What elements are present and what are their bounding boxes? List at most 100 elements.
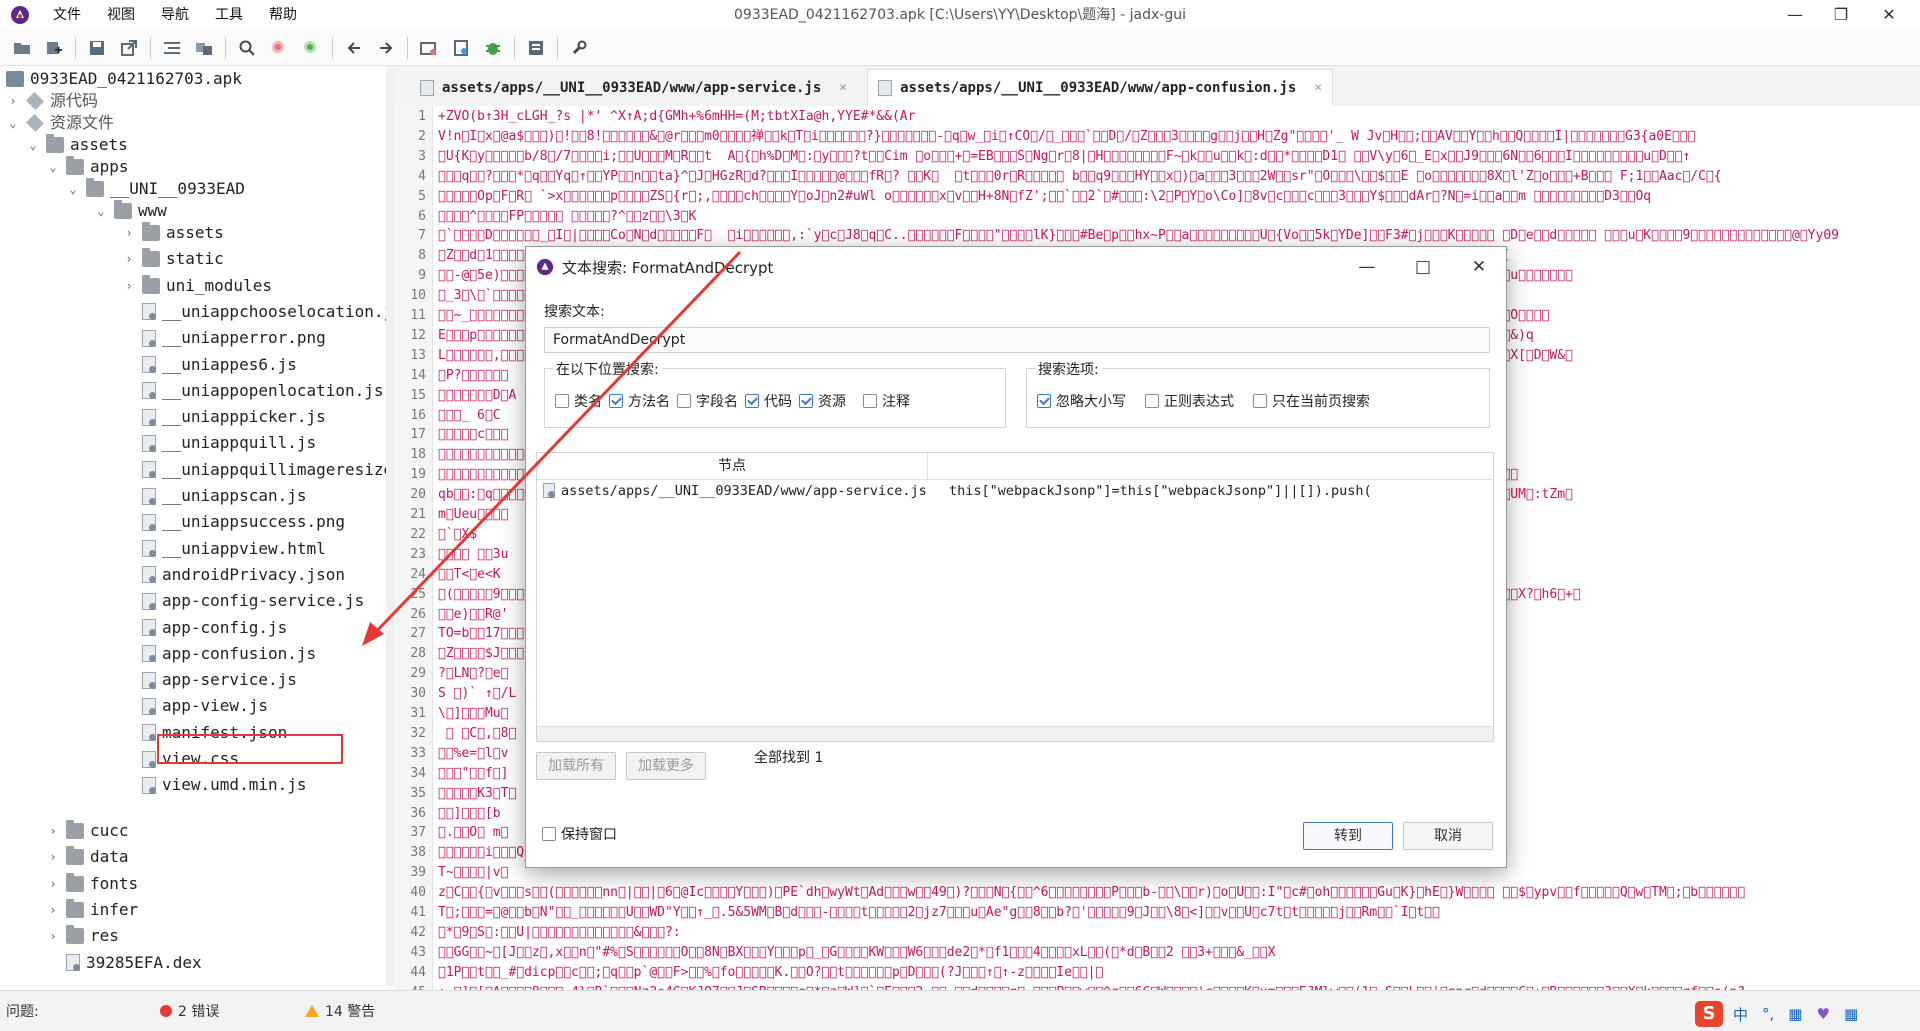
chevron-down-icon[interactable]: ⌄: [6, 110, 20, 136]
load-more-button[interactable]: 加载更多: [626, 752, 706, 780]
keep-window-checkbox[interactable]: 保持窗口: [542, 824, 617, 844]
result-row[interactable]: assets/apps/__UNI__0933EAD/www/app-servi…: [537, 479, 1493, 503]
skin-icon[interactable]: ♥: [1816, 1005, 1829, 1023]
keyboard-icon[interactable]: ▦: [1788, 1005, 1802, 1023]
preferences-wrench-icon[interactable]: [566, 35, 592, 61]
dialog-maximize-button[interactable]: □: [1400, 247, 1446, 287]
chevron-right-icon[interactable]: ›: [46, 871, 60, 897]
code-line[interactable]: z C  { v   s  (      nn |  | 6 @Ic    Y …: [438, 884, 1908, 902]
tree-file[interactable]: __uniapperror.png: [142, 325, 326, 351]
tree-file[interactable]: __uniapppicker.js: [142, 404, 326, 430]
chevron-down-icon[interactable]: ⌄: [46, 154, 60, 180]
chevron-right-icon[interactable]: ›: [46, 818, 60, 844]
dialog-title-bar[interactable]: 文本搜索: FormatAndDecrypt — □ ✕: [526, 247, 1506, 287]
forward-arrow-icon[interactable]: [373, 35, 399, 61]
tree-file[interactable]: __uniappes6.js: [142, 352, 297, 378]
menu-help[interactable]: 帮助: [256, 0, 310, 30]
tree-file[interactable]: __uniappsuccess.png: [142, 509, 345, 535]
dialog-close-button[interactable]: ✕: [1456, 247, 1502, 287]
sogou-logo-icon[interactable]: S: [1695, 1001, 1723, 1027]
tree-file[interactable]: __uniappopenlocation.js: [142, 378, 384, 404]
code-line[interactable]: T ;   = @  b N"  _      U  WD"Y  ↑_ .5&5…: [438, 904, 1908, 922]
debug-bug-icon[interactable]: [480, 35, 506, 61]
tab-app-service[interactable]: assets/apps/__UNI__0933EAD/www/app-servi…: [410, 70, 857, 106]
deobfuscation-icon[interactable]: [448, 35, 474, 61]
tree-file[interactable]: app-view.js: [142, 693, 268, 719]
tree-file[interactable]: 39285EFA.dex: [66, 950, 202, 976]
search-icon[interactable]: [234, 35, 260, 61]
tree-file[interactable]: __uniappquillimageresize.js: [142, 457, 387, 483]
tree-folder[interactable]: › res: [46, 923, 119, 949]
minimize-button[interactable]: —: [1772, 0, 1818, 30]
column-node-header[interactable]: 节点: [537, 453, 928, 479]
back-arrow-icon[interactable]: [341, 35, 367, 61]
tree-file[interactable]: androidPrivacy.json: [142, 562, 345, 588]
checkbox-option[interactable]: 方法名: [609, 391, 670, 411]
chevron-right-icon[interactable]: ›: [122, 246, 136, 272]
log-viewer-icon[interactable]: [523, 35, 549, 61]
maximize-button[interactable]: ❐: [1818, 0, 1864, 30]
menu-navigation[interactable]: 导航: [148, 0, 202, 30]
checkbox-option[interactable]: 忽略大小写: [1037, 391, 1126, 411]
errors-indicator[interactable]: 2 错误: [160, 1001, 219, 1021]
tree-file[interactable]: __uniappquill.js: [142, 430, 316, 456]
tree-file[interactable]: __uniappview.html: [142, 536, 326, 562]
tree-folder[interactable]: › uni_modules: [122, 273, 272, 299]
tree-folder[interactable]: › assets: [122, 220, 224, 246]
chevron-right-icon[interactable]: ›: [46, 897, 60, 923]
checkbox-option[interactable]: 只在当前页搜索: [1253, 391, 1370, 411]
tree-file[interactable]: app-config-service.js: [142, 588, 364, 614]
tree-file[interactable]: __uniappscan.js: [142, 483, 307, 509]
tree-folder[interactable]: › cucc: [46, 818, 129, 844]
tree-file[interactable]: view.umd.min.js: [142, 772, 307, 798]
save-icon[interactable]: [84, 35, 110, 61]
tree-folder[interactable]: › fonts: [46, 871, 138, 897]
menu-tools[interactable]: 工具: [202, 0, 256, 30]
chevron-right-icon[interactable]: ›: [46, 844, 60, 870]
code-line[interactable]:  * 9 S :  U|             &   ?:: [438, 924, 1908, 942]
sync-tree-icon[interactable]: [159, 35, 185, 61]
checkbox-option[interactable]: 注释: [863, 391, 910, 411]
export-icon[interactable]: [116, 35, 142, 61]
code-line[interactable]: V!n I x @a$   ) !  8!      & @r   m0    …: [438, 128, 1908, 146]
chevron-right-icon[interactable]: ›: [46, 923, 60, 949]
code-line[interactable]:  1P  t  _# dicp  c  ; q  p`@  F>  % fo  …: [438, 964, 1908, 982]
tree-folder[interactable]: › static: [122, 246, 224, 272]
chevron-down-icon[interactable]: ⌄: [26, 132, 40, 158]
menu-file[interactable]: 文件: [40, 0, 94, 30]
code-line[interactable]:   GG  ~ [J  z ,x  n "#% S      O  8N BX …: [438, 944, 1908, 962]
tree-file[interactable]: __uniappchooselocation.js: [142, 299, 387, 325]
code-line[interactable]:     ^    FP           ?^  z  \3 K: [438, 208, 1908, 226]
quark-icon[interactable]: [416, 35, 442, 61]
add-file-icon[interactable]: [41, 35, 67, 61]
ime-language[interactable]: 中: [1733, 1004, 1748, 1025]
chevron-right-icon[interactable]: ›: [122, 273, 136, 299]
code-line[interactable]: + ZVO(  b ↑   3   H _cL GH_?   s  |*  …: [438, 108, 1908, 126]
checkbox-option[interactable]: 代码: [745, 391, 792, 411]
search-input[interactable]: FormatAndDecrypt: [544, 327, 1490, 353]
close-icon[interactable]: ✕: [839, 70, 847, 106]
warnings-indicator[interactable]: 14 警告: [305, 1001, 375, 1021]
checkbox-option[interactable]: 正则表达式: [1145, 391, 1234, 411]
open-file-icon[interactable]: [9, 35, 35, 61]
cancel-button[interactable]: 取消: [1403, 822, 1493, 850]
menu-view[interactable]: 视图: [94, 0, 148, 30]
tree-file[interactable]: app-confusion.js: [142, 641, 316, 667]
horizontal-scrollbar[interactable]: [537, 726, 1493, 741]
tree-folder[interactable]: › infer: [46, 897, 138, 923]
close-window-button[interactable]: ✕: [1866, 0, 1912, 30]
checkbox-option[interactable]: 资源: [799, 391, 846, 411]
chevron-right-icon[interactable]: ›: [122, 220, 136, 246]
usage-search-icon[interactable]: [298, 35, 324, 61]
ime-punctuation[interactable]: °,: [1762, 1005, 1774, 1023]
class-search-icon[interactable]: [266, 35, 292, 61]
tree-file[interactable]: app-config.js: [142, 615, 287, 641]
ime-menu-icon[interactable]: ▦: [1844, 1005, 1858, 1023]
code-line[interactable]:  U{K y     b/8 /7    i;  U   M R  t A { …: [438, 148, 1908, 166]
code-line[interactable]:  `    D      _ I |    Co N d     F   i  …: [438, 227, 1908, 245]
dialog-minimize-button[interactable]: —: [1344, 247, 1390, 287]
splitter-handle[interactable]: [386, 66, 394, 986]
checkbox-option[interactable]: 类名: [555, 391, 602, 411]
load-all-button[interactable]: 加载所有: [536, 752, 616, 780]
close-icon[interactable]: ✕: [1314, 70, 1322, 106]
